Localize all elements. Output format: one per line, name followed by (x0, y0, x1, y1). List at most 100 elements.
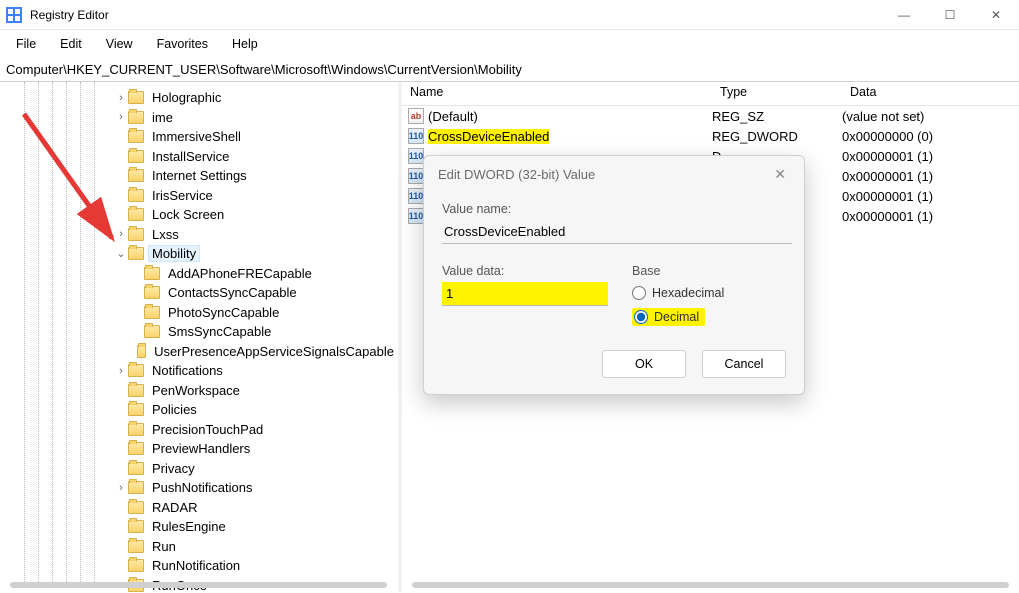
tree-item-pushnotifications[interactable]: ›PushNotifications (0, 478, 397, 498)
tree-item-previewhandlers[interactable]: ›PreviewHandlers (0, 439, 397, 459)
tree-item-label: Run (149, 539, 179, 554)
expand-icon[interactable]: ⌄ (114, 247, 128, 261)
tree-item-label: InstallService (149, 149, 232, 164)
tree-item-ime[interactable]: ›ime (0, 108, 397, 128)
tree-item-photosynccapable[interactable]: ›PhotoSyncCapable (0, 303, 397, 323)
dword-value-icon: 110 (408, 168, 424, 184)
tree-item-label: RunOnce (149, 578, 210, 592)
tree-item-label: PrecisionTouchPad (149, 422, 266, 437)
folder-icon (128, 559, 144, 572)
folder-icon (128, 442, 144, 455)
menu-help[interactable]: Help (222, 33, 268, 55)
column-data[interactable]: Data (842, 82, 1019, 105)
tree-item-userpresenceappservicesignalscapable[interactable]: ›UserPresenceAppServiceSignalsCapable (0, 342, 397, 362)
value-type: REG_SZ (712, 109, 842, 124)
value-data: 0x00000001 (1) (842, 189, 1019, 204)
tree-item-label: ContactsSyncCapable (165, 285, 300, 300)
menu-view[interactable]: View (96, 33, 143, 55)
folder-icon (128, 520, 144, 533)
menu-file[interactable]: File (6, 33, 46, 55)
tree-item-label: Lock Screen (149, 207, 227, 222)
tree-item-internet-settings[interactable]: ›Internet Settings (0, 166, 397, 186)
tree-pane[interactable]: ›Holographic›ime›ImmersiveShell›InstallS… (0, 82, 398, 592)
value-row[interactable]: 110CrossDeviceEnabledREG_DWORD0x00000000… (402, 126, 1019, 146)
value-name: (Default) (428, 109, 712, 124)
folder-icon (128, 423, 144, 436)
menu-edit[interactable]: Edit (50, 33, 92, 55)
tree-item-smssynccapable[interactable]: ›SmsSyncCapable (0, 322, 397, 342)
tree-item-notifications[interactable]: ›Notifications (0, 361, 397, 381)
expand-icon[interactable]: › (114, 110, 128, 124)
string-value-icon: ab (408, 108, 424, 124)
tree-item-lock-screen[interactable]: ›Lock Screen (0, 205, 397, 225)
column-type[interactable]: Type (712, 82, 842, 105)
tree-item-label: ImmersiveShell (149, 129, 244, 144)
tree-item-rulesengine[interactable]: ›RulesEngine (0, 517, 397, 537)
value-name-label: Value name: (442, 202, 786, 216)
value-data: 0x00000001 (1) (842, 209, 1019, 224)
tree-item-contactssynccapable[interactable]: ›ContactsSyncCapable (0, 283, 397, 303)
tree-item-privacy[interactable]: ›Privacy (0, 459, 397, 479)
app-icon (6, 7, 22, 23)
column-name[interactable]: Name (402, 82, 712, 105)
expand-icon[interactable]: › (114, 481, 128, 495)
tree-item-holographic[interactable]: › Holographic (0, 88, 397, 108)
folder-icon (144, 306, 160, 319)
folder-icon (128, 579, 144, 592)
dword-value-icon: 110 (408, 148, 424, 164)
tree-item-installservice[interactable]: ›InstallService (0, 147, 397, 167)
tree-item-lxss[interactable]: ›Lxss (0, 225, 397, 245)
folder-icon (128, 462, 144, 475)
list-header: Name Type Data (402, 82, 1019, 106)
cancel-button[interactable]: Cancel (702, 350, 786, 378)
dword-value-icon: 110 (408, 128, 424, 144)
tree-item-immersiveshell[interactable]: ›ImmersiveShell (0, 127, 397, 147)
tree-item-precisiontouchpad[interactable]: ›PrecisionTouchPad (0, 420, 397, 440)
radio-hexadecimal[interactable]: Hexadecimal (632, 286, 786, 300)
tree-item-policies[interactable]: ›Policies (0, 400, 397, 420)
menu-favorites[interactable]: Favorites (147, 33, 218, 55)
minimize-button[interactable]: — (881, 0, 927, 29)
tree-item-run[interactable]: ›Run (0, 537, 397, 557)
radio-decimal[interactable]: Decimal (632, 308, 705, 326)
maximize-button[interactable]: ☐ (927, 0, 973, 29)
folder-icon (128, 130, 144, 143)
dialog-title-bar[interactable]: Edit DWORD (32-bit) Value ✕ (424, 156, 804, 192)
value-name: CrossDeviceEnabled (428, 129, 712, 144)
title-bar: Registry Editor — ☐ ✕ (0, 0, 1019, 30)
folder-icon (144, 286, 160, 299)
tree-item-penworkspace[interactable]: ›PenWorkspace (0, 381, 397, 401)
value-name-field[interactable] (442, 220, 792, 244)
address-bar[interactable]: Computer\HKEY_CURRENT_USER\Software\Micr… (0, 58, 1019, 82)
tree-item-radar[interactable]: ›RADAR (0, 498, 397, 518)
tree: ›Holographic›ime›ImmersiveShell›InstallS… (0, 82, 397, 592)
value-data-label: Value data: (442, 264, 610, 278)
folder-icon (144, 267, 160, 280)
dialog-close-button[interactable]: ✕ (766, 162, 794, 187)
value-data: 0x00000000 (0) (842, 129, 1019, 144)
tree-item-runnotification[interactable]: ›RunNotification (0, 556, 397, 576)
value-row[interactable]: ab(Default)REG_SZ(value not set) (402, 106, 1019, 126)
expand-icon[interactable]: › (114, 364, 128, 378)
tree-item-label: Holographic (149, 90, 224, 105)
expand-icon[interactable]: › (114, 91, 128, 105)
folder-icon (128, 384, 144, 397)
radio-hex-input[interactable] (632, 286, 646, 300)
value-data-field[interactable] (442, 282, 608, 306)
tree-item-mobility[interactable]: ⌄ Mobility (0, 244, 397, 264)
tree-item-label: Internet Settings (149, 168, 250, 183)
folder-icon (144, 325, 160, 338)
dword-value-icon: 110 (408, 188, 424, 204)
radio-dec-input[interactable] (634, 310, 648, 324)
expand-icon[interactable]: › (114, 227, 128, 241)
tree-item-irisservice[interactable]: ›IrisService (0, 186, 397, 206)
ok-button[interactable]: OK (602, 350, 686, 378)
tree-item-addaphonefrecapable[interactable]: ›AddAPhoneFRECapable (0, 264, 397, 284)
folder-icon (128, 150, 144, 163)
base-label: Base (632, 264, 786, 278)
tree-item-label: Mobility (149, 246, 199, 261)
tree-item-label: Policies (149, 402, 200, 417)
tree-item-runonce[interactable]: ›RunOnce (0, 576, 397, 593)
close-button[interactable]: ✕ (973, 0, 1019, 29)
folder-icon (128, 228, 144, 241)
